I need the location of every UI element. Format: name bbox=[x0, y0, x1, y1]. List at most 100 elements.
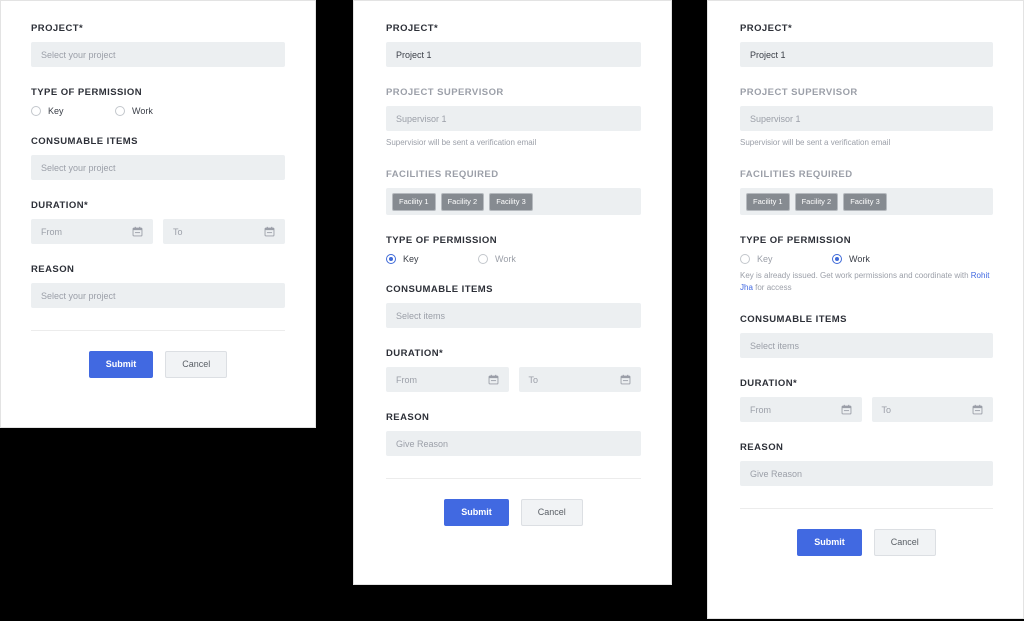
calendar-icon[interactable] bbox=[132, 226, 143, 237]
work-permission-form-panel: PROJECT* Project 1 PROJECT SUPERVISOR Su… bbox=[707, 0, 1024, 619]
calendar-icon[interactable] bbox=[264, 226, 275, 237]
permission-helper-text: Key is already issued. Get work permissi… bbox=[740, 270, 993, 294]
cancel-button[interactable]: Cancel bbox=[873, 529, 936, 556]
reason-input[interactable]: Give Reason bbox=[740, 461, 993, 486]
project-label: PROJECT* bbox=[31, 23, 84, 34]
radio-option-work[interactable]: Work bbox=[832, 254, 924, 264]
duration-row: From To bbox=[31, 219, 285, 244]
radio-key-icon[interactable] bbox=[31, 106, 41, 116]
radio-option-key[interactable]: Key bbox=[740, 254, 832, 264]
consumable-items-label: CONSUMABLE ITEMS bbox=[386, 284, 493, 295]
consumable-items-label: CONSUMABLE ITEMS bbox=[740, 314, 847, 325]
facility-chip[interactable]: Facility 1 bbox=[392, 192, 436, 211]
duration-label: DURATION* bbox=[386, 348, 444, 359]
radio-option-work[interactable]: Work bbox=[478, 254, 570, 264]
submit-button[interactable]: Submit bbox=[88, 351, 154, 378]
consumable-items-placeholder: Select items bbox=[396, 310, 446, 321]
cancel-button[interactable]: Cancel bbox=[520, 499, 583, 526]
duration-from-placeholder: From bbox=[41, 226, 62, 237]
duration-from-input[interactable]: From bbox=[31, 219, 153, 244]
consumable-items-placeholder: Select your project bbox=[41, 162, 116, 173]
radio-option-key[interactable]: Key bbox=[386, 254, 478, 264]
project-supervisor-input[interactable]: Supervisor 1 bbox=[740, 106, 993, 131]
reason-input[interactable]: Give Reason bbox=[386, 431, 641, 456]
project-input[interactable]: Select your project bbox=[31, 42, 285, 67]
consumable-items-input[interactable]: Select items bbox=[740, 333, 993, 358]
facilities-required-label: FACILITIES REQUIRED bbox=[740, 169, 853, 180]
project-supervisor-input[interactable]: Supervisor 1 bbox=[386, 106, 641, 131]
submit-button[interactable]: Submit bbox=[797, 529, 862, 556]
calendar-icon[interactable] bbox=[620, 374, 631, 385]
radio-key-icon[interactable] bbox=[740, 254, 750, 264]
permission-type-group: TYPE OF PERMISSION Key Work bbox=[31, 87, 285, 116]
permission-type-group: TYPE OF PERMISSION Key Work bbox=[386, 235, 641, 264]
permission-type-label: TYPE OF PERMISSION bbox=[31, 87, 143, 98]
radio-work-label: Work bbox=[495, 254, 516, 264]
facility-chip[interactable]: Facility 1 bbox=[746, 192, 790, 211]
permission-radio-row: Key Work bbox=[31, 106, 285, 116]
project-supervisor-group: PROJECT SUPERVISOR Supervisor 1 Supervis… bbox=[386, 87, 641, 149]
duration-to-placeholder: To bbox=[881, 404, 892, 415]
facilities-required-group: FACILITIES REQUIRED Facility 1 Facility … bbox=[740, 169, 993, 215]
consumable-items-input[interactable]: Select your project bbox=[31, 155, 285, 180]
permission-type-label: TYPE OF PERMISSION bbox=[740, 235, 852, 246]
project-field-group: PROJECT* Select your project bbox=[31, 23, 285, 67]
form-actions: Submit Cancel bbox=[386, 499, 641, 526]
reason-placeholder: Give Reason bbox=[396, 438, 449, 449]
permission-radio-row: Key Work bbox=[386, 254, 641, 264]
facility-chip[interactable]: Facility 3 bbox=[843, 192, 887, 211]
radio-work-label: Work bbox=[849, 254, 870, 264]
permission-helper-suffix: for access bbox=[752, 283, 792, 292]
project-supervisor-placeholder: Supervisor 1 bbox=[750, 113, 801, 124]
reason-label: REASON bbox=[386, 412, 430, 423]
project-supervisor-group: PROJECT SUPERVISOR Supervisor 1 Supervis… bbox=[740, 87, 993, 149]
project-label: PROJECT* bbox=[740, 23, 793, 34]
facilities-required-group: FACILITIES REQUIRED Facility 1 Facility … bbox=[386, 169, 641, 215]
reason-label: REASON bbox=[740, 442, 784, 453]
consumable-items-group: CONSUMABLE ITEMS Select items bbox=[740, 314, 993, 358]
duration-row: From To bbox=[386, 367, 641, 392]
permission-type-group: TYPE OF PERMISSION Key Work Key is alrea… bbox=[740, 235, 993, 294]
radio-key-icon[interactable] bbox=[386, 254, 396, 264]
duration-to-placeholder: To bbox=[173, 226, 183, 237]
radio-work-icon[interactable] bbox=[832, 254, 842, 264]
empty-permission-form-panel: PROJECT* Select your project TYPE OF PER… bbox=[0, 0, 316, 428]
reason-input[interactable]: Select your project bbox=[31, 283, 285, 308]
consumable-items-input[interactable]: Select items bbox=[386, 303, 641, 328]
duration-from-placeholder: From bbox=[396, 374, 417, 385]
project-input[interactable]: Project 1 bbox=[740, 42, 993, 67]
duration-row: From To bbox=[740, 397, 993, 422]
calendar-icon[interactable] bbox=[972, 404, 983, 415]
form-divider bbox=[740, 508, 993, 509]
facilities-chip-container: Facility 1 Facility 2 Facility 3 bbox=[740, 188, 993, 215]
consumable-items-label: CONSUMABLE ITEMS bbox=[31, 136, 138, 147]
facility-chip[interactable]: Facility 2 bbox=[440, 192, 485, 211]
duration-to-input[interactable]: To bbox=[163, 219, 285, 244]
reason-group: REASON Give Reason bbox=[740, 442, 993, 486]
project-label: PROJECT* bbox=[386, 23, 439, 34]
form-actions: Submit Cancel bbox=[31, 351, 285, 378]
duration-to-input[interactable]: To bbox=[871, 397, 993, 422]
radio-key-label: Key bbox=[757, 254, 773, 264]
radio-work-icon[interactable] bbox=[478, 254, 488, 264]
reason-group: REASON Give Reason bbox=[386, 412, 641, 456]
facility-chip[interactable]: Facility 3 bbox=[489, 192, 533, 211]
supervisor-helper-text: Supervisior will be sent a verification … bbox=[740, 138, 891, 147]
duration-group: DURATION* From To bbox=[740, 378, 993, 422]
reason-placeholder: Give Reason bbox=[750, 468, 803, 479]
cancel-button[interactable]: Cancel bbox=[165, 351, 228, 378]
project-input[interactable]: Project 1 bbox=[386, 42, 641, 67]
duration-from-input[interactable]: From bbox=[386, 367, 509, 392]
radio-key-label: Key bbox=[403, 254, 419, 264]
submit-button[interactable]: Submit bbox=[444, 499, 509, 526]
radio-option-work[interactable]: Work bbox=[115, 106, 199, 116]
radio-work-icon[interactable] bbox=[115, 106, 125, 116]
radio-option-key[interactable]: Key bbox=[31, 106, 115, 116]
calendar-icon[interactable] bbox=[841, 404, 852, 415]
duration-to-input[interactable]: To bbox=[518, 367, 641, 392]
permission-type-label: TYPE OF PERMISSION bbox=[386, 235, 498, 246]
calendar-icon[interactable] bbox=[488, 374, 499, 385]
duration-group: DURATION* From To bbox=[31, 200, 285, 244]
duration-from-input[interactable]: From bbox=[740, 397, 862, 422]
facility-chip[interactable]: Facility 2 bbox=[794, 192, 839, 211]
